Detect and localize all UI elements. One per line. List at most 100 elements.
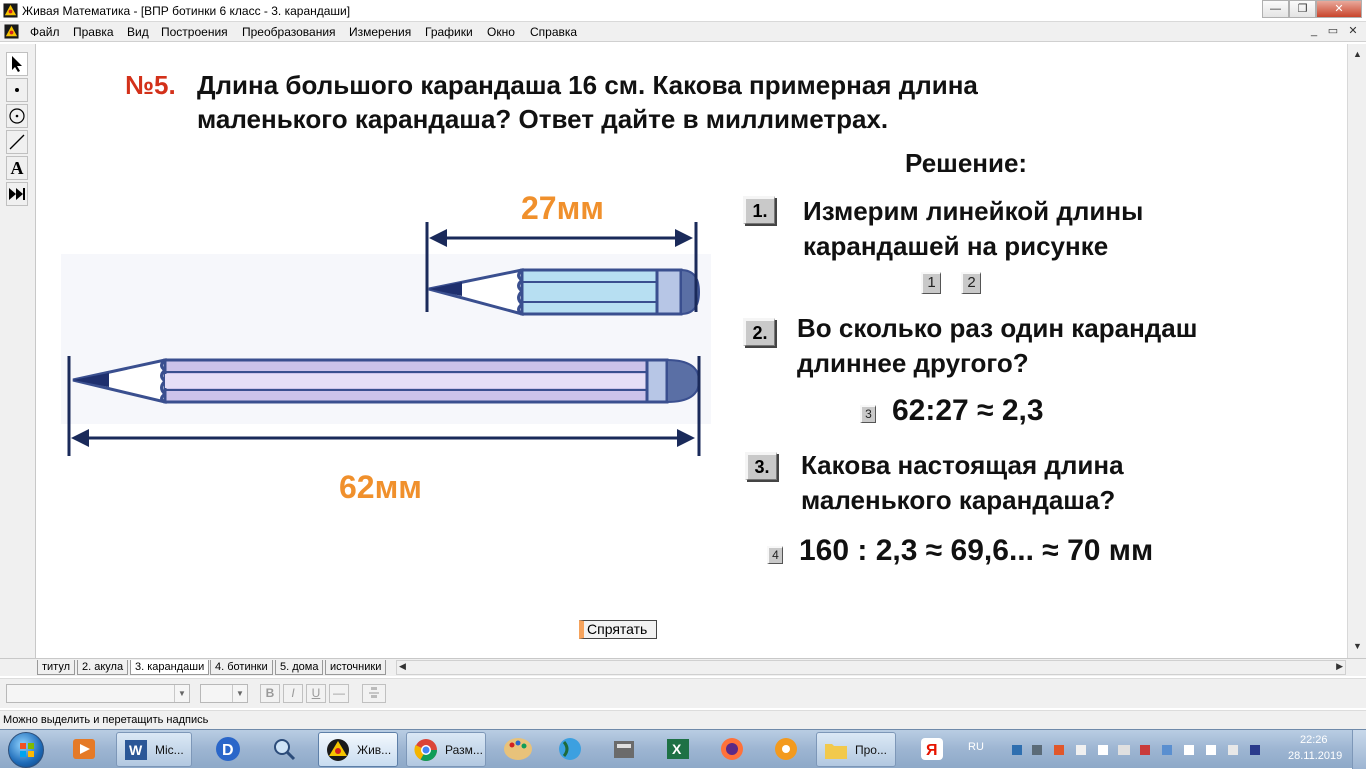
- geometers-sketchpad-icon: [327, 739, 349, 761]
- big-length-label[interactable]: 62мм: [339, 469, 422, 506]
- svg-text:W: W: [129, 742, 143, 758]
- step-1-text: Измерим линейкой длины карандашей на рис…: [803, 196, 1144, 261]
- bold-button[interactable]: B: [260, 684, 280, 703]
- excel-icon: X: [667, 739, 689, 759]
- taskbar-firefox[interactable]: [710, 732, 754, 767]
- small-length-label[interactable]: 27мм: [521, 190, 604, 227]
- scroll-right-icon[interactable]: ▶: [1336, 661, 1343, 672]
- step-1-button[interactable]: 1.: [743, 196, 775, 224]
- menu-bar: Файл Правка Вид Построения Преобразовани…: [0, 22, 1366, 42]
- show-button-3[interactable]: 3: [860, 405, 876, 423]
- line-segment-icon: [9, 134, 25, 150]
- magnifier-icon: [274, 739, 296, 761]
- taskbar-app-globe[interactable]: [548, 732, 592, 767]
- tab-shark[interactable]: 2. акула: [77, 660, 129, 675]
- close-button[interactable]: ✕: [1316, 0, 1362, 18]
- show-button-4[interactable]: 4: [767, 546, 783, 564]
- start-button[interactable]: [8, 732, 44, 768]
- mdi-minimize-button[interactable]: _: [1306, 24, 1322, 39]
- menu-graph[interactable]: Графики: [425, 25, 473, 39]
- taskbar-search-app[interactable]: [264, 732, 304, 767]
- svg-text:Я: Я: [926, 742, 938, 759]
- word-icon: W: [125, 740, 147, 760]
- taskbar-app-tools[interactable]: [602, 732, 646, 767]
- circle-icon: [9, 108, 25, 124]
- math-format-button[interactable]: [362, 684, 386, 703]
- step-2-text: Во сколько раз один карандаш длиннее дру…: [797, 313, 1198, 378]
- small-length-arrow: [429, 229, 693, 247]
- dash-button[interactable]: —: [329, 684, 349, 703]
- arrow-cursor-icon: [12, 56, 22, 72]
- arrow-tool[interactable]: [6, 52, 28, 76]
- menu-window[interactable]: Окно: [487, 25, 515, 39]
- menu-transform[interactable]: Преобразования: [242, 25, 336, 39]
- horizontal-scrollbar[interactable]: ◀ ▶: [396, 660, 1346, 675]
- vertical-scrollbar[interactable]: ▲ ▼: [1347, 44, 1366, 658]
- firefox-icon: [721, 738, 743, 760]
- taskbar-explorer[interactable]: Про...: [816, 732, 896, 767]
- language-indicator[interactable]: RU: [968, 741, 984, 753]
- d-app-icon: D: [216, 737, 240, 761]
- taskbar-app-gear[interactable]: [764, 732, 808, 767]
- menu-view[interactable]: Вид: [127, 25, 149, 39]
- menu-measure[interactable]: Измерения: [349, 25, 411, 39]
- font-family-select[interactable]: ▼: [6, 684, 190, 703]
- clock-date[interactable]: 28.11.2019: [1288, 750, 1342, 762]
- menu-file[interactable]: Файл: [30, 25, 60, 39]
- taskbar-word-label: Mic...: [155, 743, 184, 757]
- minimize-button[interactable]: —: [1262, 0, 1289, 18]
- windows-taskbar: W Mic... D Жив... Разм... X Про... Я RU: [0, 729, 1366, 769]
- taskbar-paint[interactable]: [496, 732, 540, 767]
- point-icon: [15, 88, 19, 92]
- tab-sources[interactable]: источники: [325, 660, 387, 675]
- step-2-button[interactable]: 2.: [743, 318, 775, 346]
- scroll-up-icon[interactable]: ▲: [1350, 46, 1365, 62]
- show-button-2[interactable]: 2: [961, 272, 981, 294]
- tab-houses[interactable]: 5. дома: [275, 660, 324, 675]
- clock-time[interactable]: 22:26: [1300, 734, 1328, 746]
- chevron-down-icon: ▼: [232, 685, 247, 702]
- font-size-select[interactable]: ▼: [200, 684, 248, 703]
- italic-button[interactable]: I: [283, 684, 303, 703]
- taskbar-app-d[interactable]: D: [208, 732, 248, 767]
- menu-help[interactable]: Справка: [530, 25, 577, 39]
- taskbar-sketchpad-label: Жив...: [357, 743, 392, 757]
- system-tray-icons: [1012, 745, 1260, 755]
- menu-construct[interactable]: Построения: [161, 25, 228, 39]
- underline-button[interactable]: U: [306, 684, 326, 703]
- gear-icon: [775, 738, 797, 760]
- show-button-1[interactable]: 1: [921, 272, 941, 294]
- point-tool[interactable]: [6, 78, 28, 102]
- show-desktop-button[interactable]: [1352, 730, 1366, 769]
- restore-button[interactable]: ❐: [1289, 0, 1316, 18]
- tray-icons[interactable]: [1010, 742, 1270, 758]
- paint-palette-icon: [504, 738, 532, 760]
- mdi-close-button[interactable]: ✕: [1345, 24, 1361, 39]
- solution-title: Решение:: [905, 148, 1028, 178]
- mdi-restore-button[interactable]: ▭: [1325, 24, 1341, 39]
- taskbar-media-player[interactable]: [64, 732, 104, 767]
- sketch-canvas[interactable]: №5. Длина большого карандаша 16 см. Како…: [37, 44, 1347, 658]
- chrome-icon: [414, 739, 437, 761]
- custom-tool[interactable]: [6, 182, 28, 206]
- answer-formula: 160 : 2,3 ≈ 69,6... ≈ 70 мм: [799, 534, 1154, 567]
- straightedge-tool[interactable]: [6, 130, 28, 154]
- taskbar-chrome[interactable]: Разм...: [406, 732, 486, 767]
- compass-tool[interactable]: [6, 104, 28, 128]
- text-tool[interactable]: A: [6, 156, 28, 180]
- tab-title[interactable]: титул: [37, 660, 76, 675]
- tab-pencils[interactable]: 3. карандаши: [130, 660, 210, 675]
- step-3-button[interactable]: 3.: [745, 452, 777, 480]
- document-icon: [4, 24, 19, 39]
- chevron-down-icon: ▼: [174, 685, 189, 702]
- tab-boots[interactable]: 4. ботинки: [210, 660, 273, 675]
- scroll-left-icon[interactable]: ◀: [399, 661, 406, 672]
- taskbar-word[interactable]: W Mic...: [116, 732, 192, 767]
- scroll-down-icon[interactable]: ▼: [1350, 638, 1365, 654]
- menu-edit[interactable]: Правка: [73, 25, 114, 39]
- taskbar-yandex[interactable]: Я: [912, 732, 952, 767]
- status-bar: Можно выделить и перетащить надпись: [0, 710, 1366, 729]
- taskbar-excel[interactable]: X: [656, 732, 700, 767]
- hide-button[interactable]: Спрятать: [579, 620, 657, 639]
- taskbar-sketchpad[interactable]: Жив...: [318, 732, 398, 767]
